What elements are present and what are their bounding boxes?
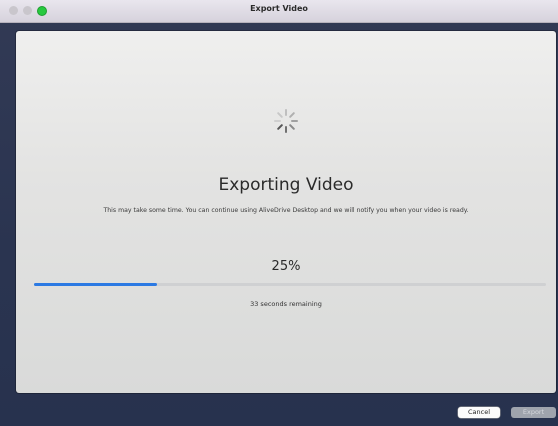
time-remaining: 33 seconds remaining xyxy=(250,300,322,308)
title-bar: Export Video xyxy=(0,0,558,23)
window-title: Export Video xyxy=(250,4,308,13)
loading-spinner-icon xyxy=(274,109,298,133)
progress-percent: 25% xyxy=(271,259,301,274)
export-heading: Exporting Video xyxy=(218,175,354,195)
export-description: This may take some time. You can continu… xyxy=(103,207,469,214)
progress-bar xyxy=(34,283,546,286)
export-button[interactable]: Export xyxy=(511,407,556,418)
cancel-button[interactable]: Cancel xyxy=(458,407,500,418)
progress-bar-fill xyxy=(34,283,157,286)
